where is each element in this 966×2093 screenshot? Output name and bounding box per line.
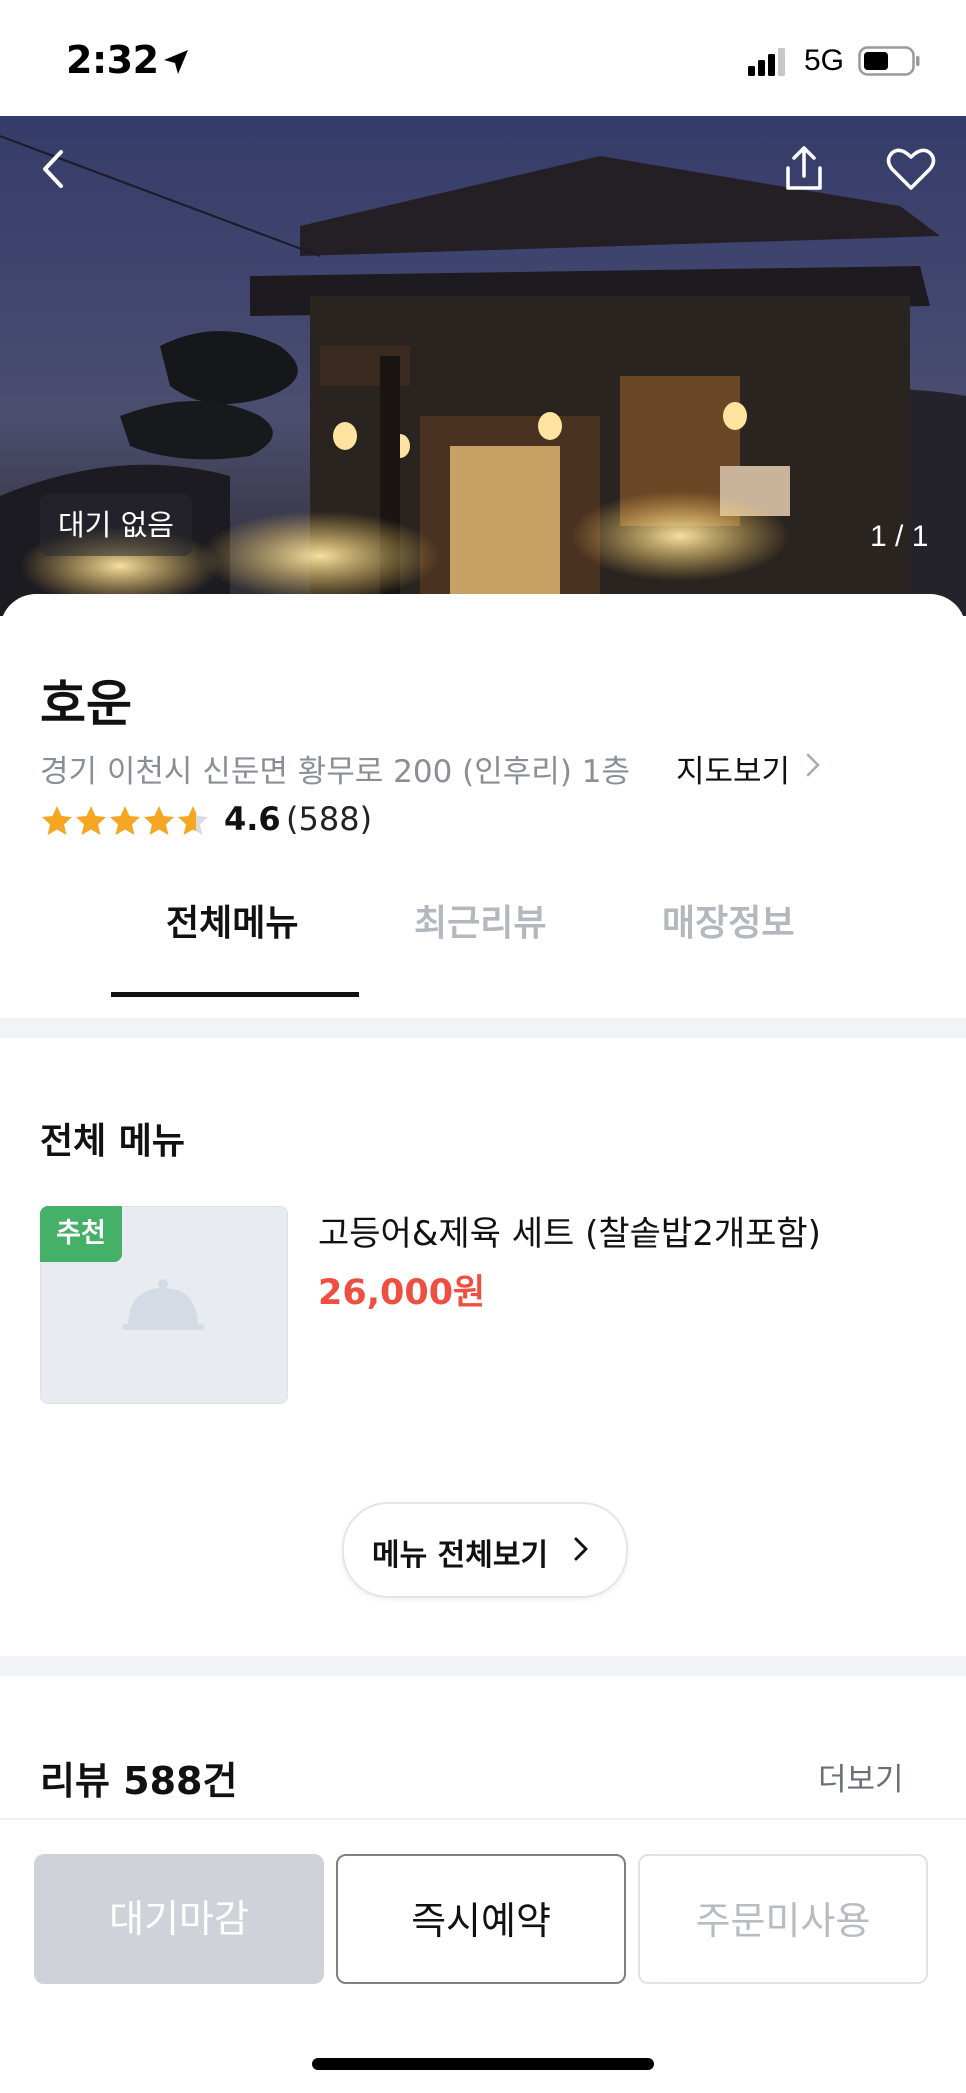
star-icon (144, 806, 174, 835)
back-chevron-icon[interactable] (30, 144, 80, 194)
star-half-icon (178, 806, 208, 835)
star-icon (76, 806, 106, 835)
status-time: 2:32 (66, 38, 159, 82)
tab-store-info[interactable]: 매장정보 (662, 894, 794, 946)
home-indicator (312, 2058, 654, 2070)
recommended-badge: 추천 (40, 1206, 122, 1262)
review-section-title: 리뷰 588건 (40, 1759, 238, 1803)
rating-value: 4.6 (224, 800, 281, 838)
menu-item-name[interactable]: 고등어&제육 세트 (찰솥밥2개포함) (318, 1206, 821, 1255)
wait-status-badge: 대기 없음 (40, 494, 192, 556)
share-icon[interactable] (780, 144, 828, 194)
battery-icon (858, 46, 920, 76)
store-address: 경기 이천시 신둔면 황무로 200 (인후리) 1층 (40, 754, 631, 790)
instant-reserve-button[interactable]: 즉시예약 (336, 1854, 626, 1984)
heart-icon[interactable] (886, 146, 936, 192)
photo-counter: 1 / 1 (870, 520, 929, 553)
map-view-link[interactable]: 지도보기 (676, 746, 790, 791)
chevron-right-icon[interactable] (572, 1535, 590, 1563)
location-arrow-icon (164, 50, 188, 74)
star-rating (42, 806, 208, 835)
section-divider (0, 1656, 966, 1676)
review-more-link[interactable]: 더보기 (818, 1754, 904, 1799)
menu-item-price: 26,000원 (318, 1273, 486, 1313)
active-tab-indicator (111, 992, 359, 997)
waiting-closed-button[interactable]: 대기마감 (34, 1854, 324, 1984)
tab-all-menu[interactable]: 전체메뉴 (166, 894, 298, 946)
food-cloche-icon (122, 1279, 204, 1330)
menu-section-title: 전체 메뉴 (40, 1121, 186, 1162)
rating-count: (588) (286, 800, 373, 838)
star-icon (110, 806, 140, 835)
network-type: 5G (804, 44, 845, 77)
store-name: 호운 (40, 675, 132, 733)
view-all-menu-label[interactable]: 메뉴 전체보기 (372, 1530, 548, 1574)
section-divider (0, 1018, 966, 1038)
signal-bars-icon (748, 48, 785, 76)
tab-recent-reviews[interactable]: 최근리뷰 (414, 894, 546, 946)
chevron-right-icon[interactable] (804, 752, 822, 778)
no-order-button[interactable]: 주문미사용 (638, 1854, 928, 1984)
star-icon (42, 806, 72, 835)
